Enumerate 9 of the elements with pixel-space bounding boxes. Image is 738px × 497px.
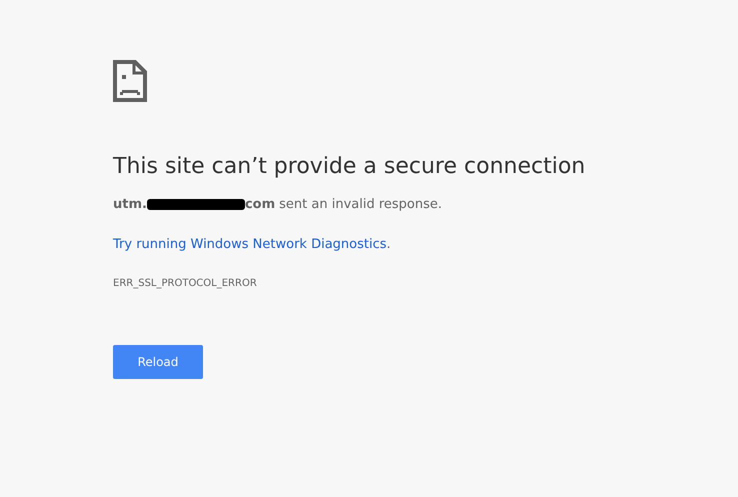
period-text: . [386, 236, 391, 252]
error-code: ERR_SSL_PROTOCOL_ERROR [113, 277, 257, 291]
reload-button[interactable]: Reload [113, 345, 203, 379]
sad-page-icon [113, 60, 147, 102]
error-message: sent an invalid response. [279, 196, 442, 214]
diagnostics-link[interactable]: Try running Windows Network Diagnostics [113, 236, 387, 252]
host-text: utm. [113, 196, 147, 214]
host-text: com [244, 196, 276, 214]
error-heading: This site can’t provide a secure connection [113, 153, 586, 181]
